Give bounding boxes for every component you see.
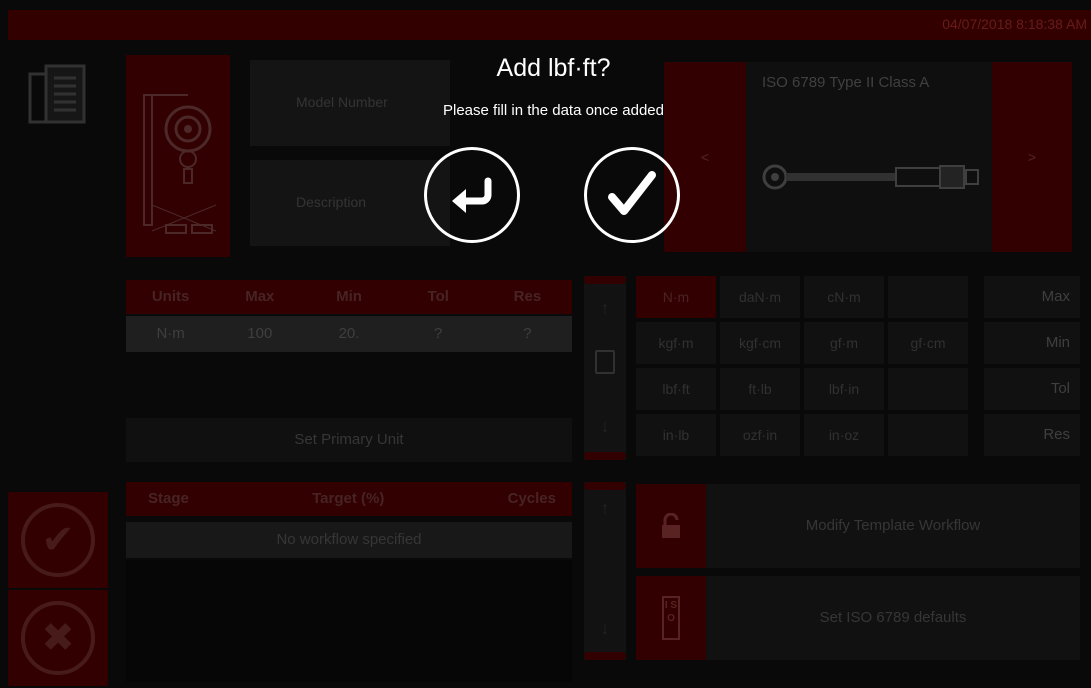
dialog-title: Add lbf·ft?: [0, 54, 1091, 83]
add-unit-dialog: Add lbf·ft? Please fill in the data once…: [0, 0, 1091, 688]
check-icon: [608, 171, 656, 215]
dialog-confirm-button[interactable]: [584, 147, 680, 243]
dialog-back-button[interactable]: [424, 147, 520, 243]
dialog-subtitle-text: Please fill in the data once added: [443, 102, 664, 119]
dialog-title-text: Add lbf·ft?: [496, 54, 611, 82]
template-editor: 04/07/2018 8:18:38 AM ✔ ✖ Model Number D…: [0, 0, 1091, 688]
dialog-subtitle: Please fill in the data once added: [0, 102, 1091, 119]
return-icon: [452, 177, 492, 213]
